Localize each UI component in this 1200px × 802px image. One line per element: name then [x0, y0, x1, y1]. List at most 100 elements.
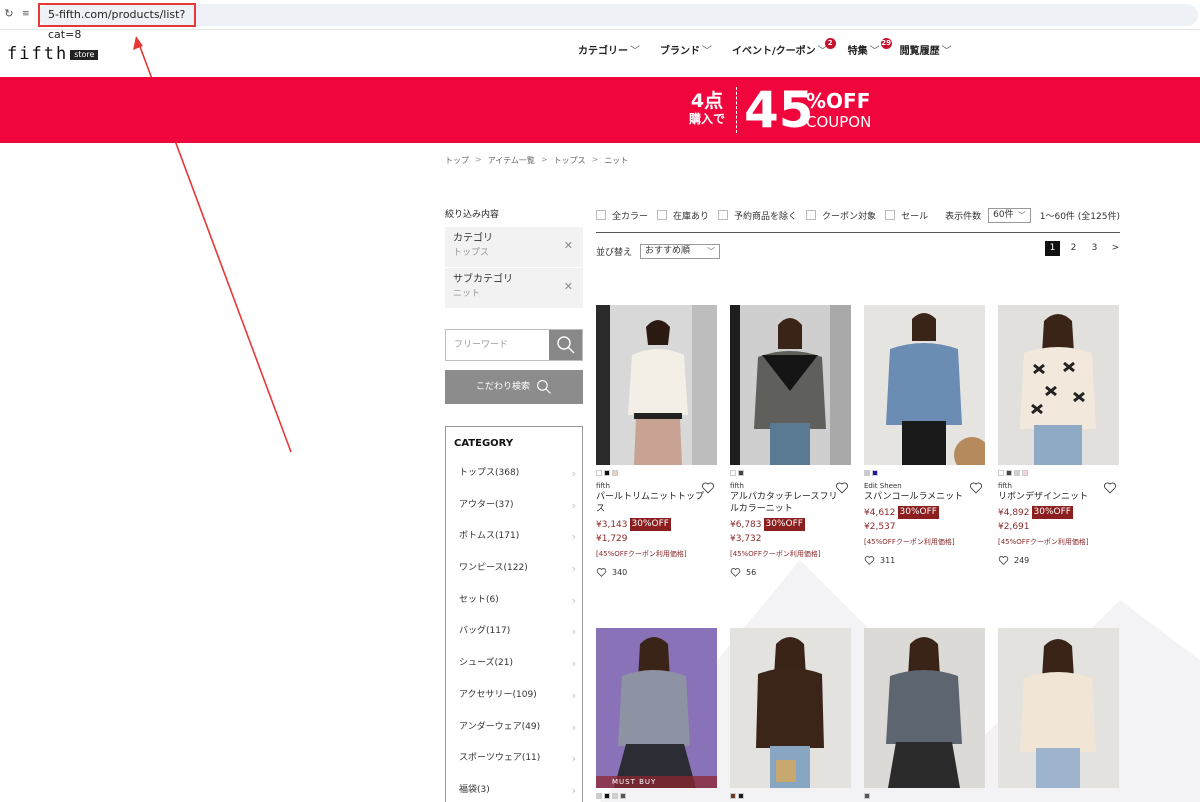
advanced-search-button[interactable]: こだわり検索	[445, 370, 583, 404]
product-image[interactable]	[730, 628, 851, 788]
reload-icon[interactable]: ↻	[2, 6, 16, 22]
product-image[interactable]	[998, 305, 1119, 465]
product-image[interactable]	[864, 628, 985, 788]
breadcrumb-item[interactable]: トップ	[445, 155, 469, 166]
banner-line2: 購入で	[688, 112, 725, 126]
product-card[interactable]	[864, 628, 985, 799]
category-item[interactable]: ワンピース(122) ›	[446, 553, 582, 585]
color-swatch[interactable]	[872, 470, 878, 476]
discount-badge: 30%OFF	[629, 518, 671, 531]
category-item[interactable]: アンダーウェア(49) ›	[446, 712, 582, 744]
nav-brand[interactable]: ブランド ﹀	[660, 44, 712, 60]
category-item[interactable]: アクセサリー(109) ›	[446, 680, 582, 712]
page-current[interactable]: 1	[1045, 241, 1060, 256]
breadcrumb-item[interactable]: アイテム一覧	[488, 155, 535, 166]
nav-features-label: 特集	[847, 46, 868, 57]
checkbox-icon	[806, 210, 817, 220]
heart-icon[interactable]	[835, 481, 849, 495]
sale-price: ¥2,537	[864, 522, 896, 532]
heart-icon[interactable]	[701, 481, 715, 495]
site-logo[interactable]: fifth store	[7, 44, 99, 64]
chevron-right-icon: ›	[571, 593, 576, 607]
nav-category[interactable]: カテゴリー ﹀	[578, 44, 640, 60]
category-item[interactable]: シューズ(21) ›	[446, 648, 582, 680]
per-page-select[interactable]: 60件 ﹀	[988, 207, 1031, 223]
color-swatch[interactable]	[1006, 470, 1012, 476]
search-input[interactable]	[446, 330, 550, 360]
color-swatch[interactable]	[620, 793, 626, 799]
product-card[interactable]: fifth リボンデザインニット ¥4,892 30%OFF ¥2,691 [45…	[998, 305, 1119, 566]
color-swatch[interactable]	[738, 470, 744, 476]
page-link[interactable]: 2	[1066, 241, 1081, 256]
color-swatch[interactable]	[1022, 470, 1028, 476]
checkbox-icon	[596, 210, 606, 220]
product-card[interactable]: fifth アルパカタッチレースフリルカラーニット ¥6,783 30%OFF ¥…	[730, 305, 851, 578]
product-image[interactable]	[730, 305, 851, 465]
url-field-background[interactable]	[38, 4, 1198, 26]
color-swatch[interactable]	[612, 470, 618, 476]
global-nav: カテゴリー ﹀ ブランド ﹀ イベント/クーポン ﹀ 2 特集 ﹀ 29 閲覧履歴 ﹀	[578, 38, 972, 60]
product-image[interactable]	[596, 305, 717, 465]
color-swatch[interactable]	[596, 793, 602, 799]
filter-toolbar: 全カラー 在庫あり 予約商品を除く クーポン対象 セール 表示件数 60件 ﹀ 1…	[596, 207, 1120, 223]
product-card[interactable]	[730, 628, 851, 799]
coupon-banner[interactable]: 4点 購入で 45 %OFF COUPON	[0, 77, 1200, 143]
color-swatch[interactable]	[1014, 470, 1020, 476]
filter-checkbox[interactable]: 全カラー	[596, 209, 648, 222]
product-image[interactable]: MUST BUY	[596, 628, 717, 788]
search-button[interactable]	[549, 330, 582, 360]
product-name[interactable]: スパンコールラメニット	[864, 491, 972, 503]
heart-icon[interactable]	[969, 481, 983, 495]
product-image[interactable]	[864, 305, 985, 465]
color-swatch[interactable]	[604, 470, 610, 476]
nav-history[interactable]: 閲覧履歴 ﹀	[900, 44, 952, 60]
site-info-icon[interactable]: ≡	[22, 6, 36, 22]
category-item[interactable]: スポーツウェア(11) ›	[446, 743, 582, 775]
category-item[interactable]: トップス(368) ›	[446, 458, 582, 490]
product-image[interactable]	[998, 628, 1119, 788]
filter-checkbox[interactable]: クーポン対象	[806, 209, 876, 222]
filter-checkbox[interactable]: 予約商品を除く	[718, 209, 797, 222]
page-link[interactable]: 3	[1087, 241, 1102, 256]
filter-value: ニット	[453, 289, 481, 299]
category-item[interactable]: ボトムス(171) ›	[446, 521, 582, 553]
filter-value: トップス	[453, 248, 490, 258]
url-text[interactable]: 5-fifth.com/products/list?cat=8	[38, 3, 196, 41]
color-swatch[interactable]	[730, 470, 736, 476]
sort-select[interactable]: おすすめ順 ﹀	[640, 243, 721, 259]
pagination: 1 2 3 >	[1045, 241, 1123, 256]
nav-event-coupon[interactable]: イベント/クーポン ﹀ 2	[732, 38, 836, 60]
color-swatch[interactable]	[864, 470, 870, 476]
category-item[interactable]: 福袋(3) ›	[446, 775, 582, 802]
original-price: ¥4,892	[998, 507, 1030, 518]
page-next[interactable]: >	[1108, 241, 1123, 256]
color-swatch[interactable]	[738, 793, 744, 799]
color-swatch[interactable]	[864, 793, 870, 799]
must-buy-label: MUST BUY	[596, 776, 717, 788]
category-item[interactable]: アウター(37) ›	[446, 490, 582, 522]
color-swatch[interactable]	[612, 793, 618, 799]
close-icon[interactable]: ✕	[564, 239, 573, 252]
color-swatch[interactable]	[998, 470, 1004, 476]
product-card[interactable]: fifth パールトリムニットトップス ¥3,143 30%OFF ¥1,729 …	[596, 305, 717, 578]
color-swatch[interactable]	[596, 470, 602, 476]
product-card[interactable]	[998, 628, 1119, 788]
product-name[interactable]: パールトリムニットトップス	[596, 491, 704, 515]
product-card[interactable]: MUST BUY	[596, 628, 717, 799]
category-item[interactable]: セット(6) ›	[446, 585, 582, 617]
product-card[interactable]: Edit Sheen スパンコールラメニット ¥4,612 30%OFF ¥2,5…	[864, 305, 985, 566]
discount-badge: 30%OFF	[897, 506, 939, 519]
heart-icon	[998, 556, 1009, 565]
color-swatch[interactable]	[730, 793, 736, 799]
product-name[interactable]: リボンデザインニット	[998, 491, 1106, 503]
close-icon[interactable]: ✕	[564, 280, 573, 293]
category-title: CATEGORY	[454, 438, 514, 449]
filter-checkbox[interactable]: 在庫あり	[657, 209, 709, 222]
filter-checkbox[interactable]: セール	[885, 209, 928, 222]
color-swatch[interactable]	[604, 793, 610, 799]
category-item[interactable]: バッグ(117) ›	[446, 616, 582, 648]
product-name[interactable]: アルパカタッチレースフリルカラーニット	[730, 491, 838, 515]
heart-icon[interactable]	[1103, 481, 1117, 495]
nav-features[interactable]: 特集 ﹀ 29	[847, 38, 892, 60]
breadcrumb-item[interactable]: トップス	[554, 155, 586, 166]
